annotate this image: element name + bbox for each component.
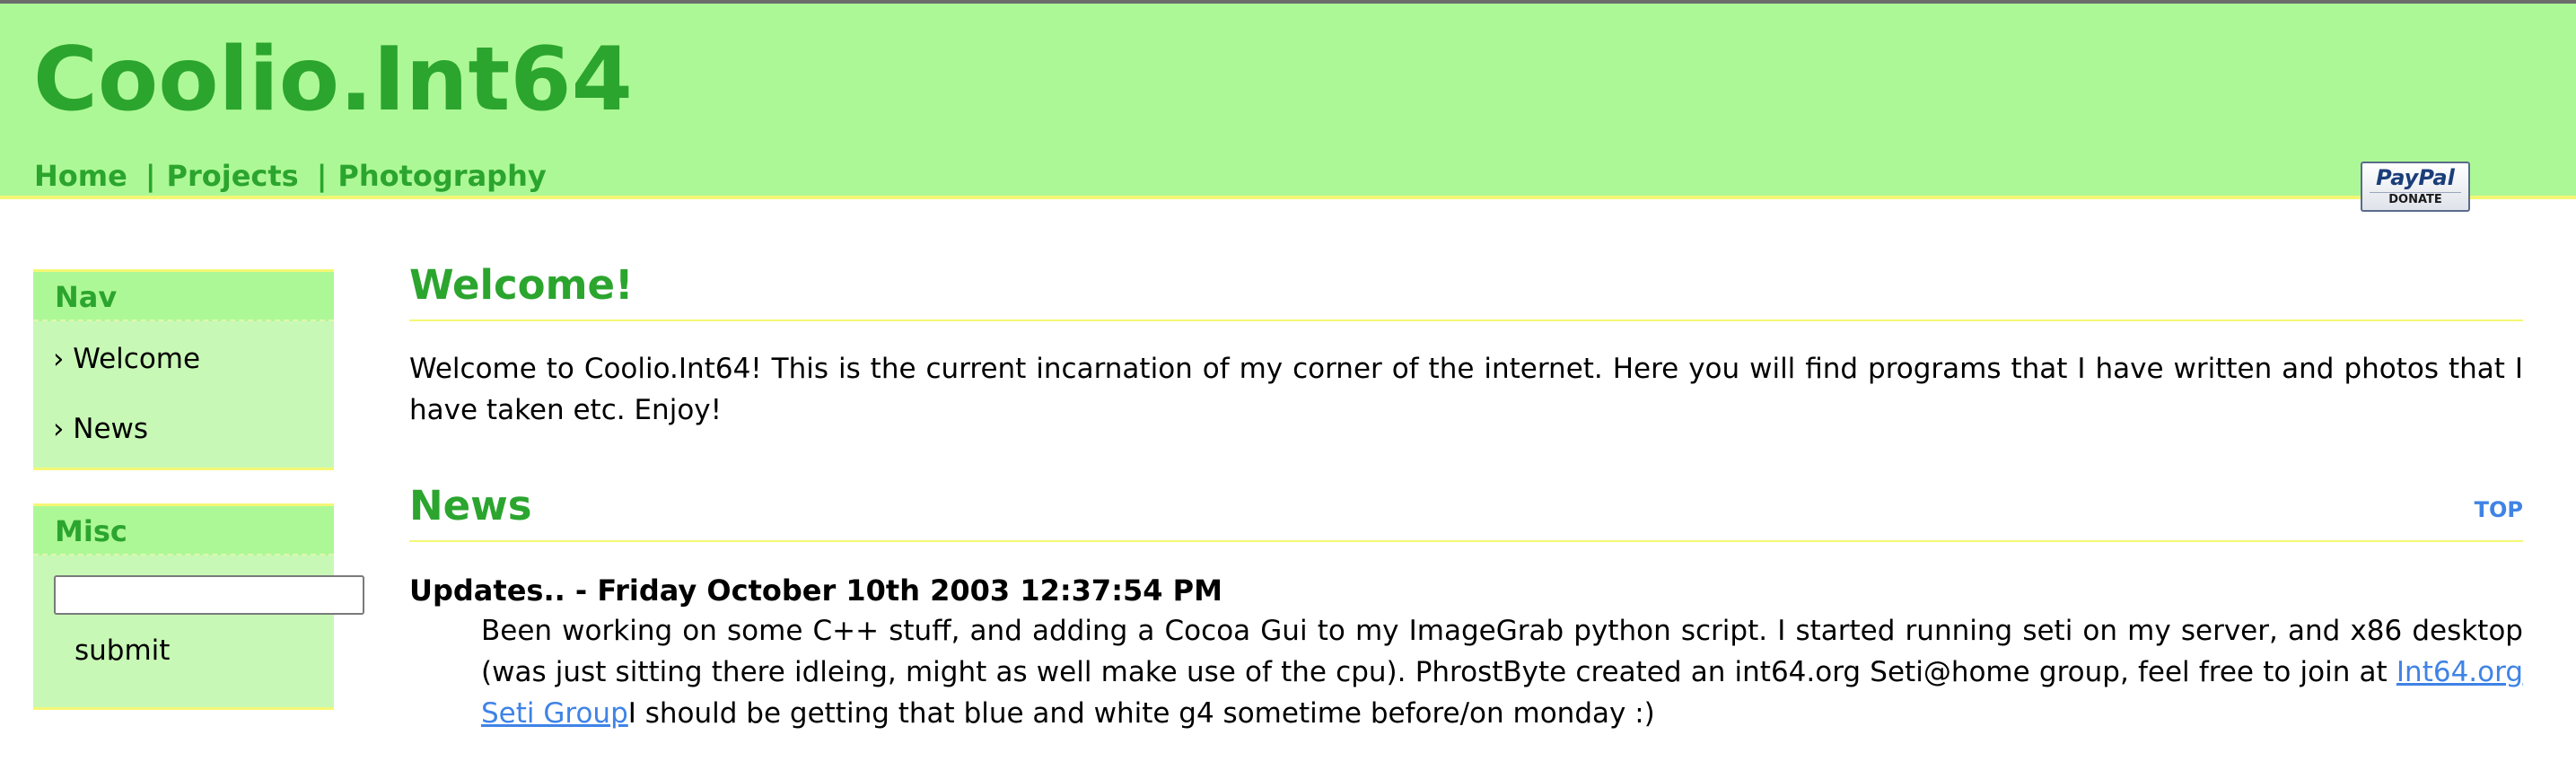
search-input[interactable]: [54, 575, 364, 615]
top-nav: Home | Projects | Photography: [34, 156, 547, 196]
nav-link-home[interactable]: Home: [34, 159, 127, 193]
paypal-donate-button[interactable]: PayPal DONATE: [2361, 162, 2470, 212]
news-body-text: Been working on some C++ stuff, and addi…: [481, 615, 2523, 688]
submit-button[interactable]: submit: [74, 633, 170, 669]
sidebar-misc-title: Misc: [33, 506, 334, 556]
news-post-body: Been working on some C++ stuff, and addi…: [481, 610, 2523, 734]
site-title: Coolio.Int64: [33, 29, 633, 131]
sidebar-nav-title: Nav: [33, 272, 334, 321]
welcome-heading: Welcome!: [409, 258, 2523, 321]
welcome-heading-text: Welcome!: [409, 261, 634, 309]
news-heading-text: News: [409, 482, 532, 529]
sidebar-item-welcome[interactable]: › Welcome: [33, 341, 334, 377]
top-link[interactable]: TOP: [2475, 495, 2523, 524]
nav-link-projects[interactable]: Projects: [167, 159, 299, 193]
nav-separator: |: [316, 159, 328, 193]
site-header: Coolio.Int64 Home | Projects | Photography P…: [0, 4, 2576, 212]
paypal-donate-label: DONATE: [2370, 192, 2461, 207]
news-post-title: Updates.. - Friday October 10th 2003 12:…: [409, 573, 1222, 608]
paypal-logo: PayPal: [2376, 165, 2455, 190]
news-body-text-end: I should be getting that blue and white …: [627, 697, 1655, 730]
nav-link-photography[interactable]: Photography: [337, 159, 546, 193]
welcome-text: Welcome to Coolio.Int64! This is the cur…: [409, 353, 2523, 426]
sidebar-item-news[interactable]: › News: [33, 411, 334, 447]
news-heading: News TOP: [409, 479, 2523, 542]
nav-separator: |: [145, 159, 156, 193]
sidebar-nav-box: Nav › Welcome › News: [33, 269, 334, 470]
sidebar-misc-box: Misc submit: [33, 503, 364, 710]
